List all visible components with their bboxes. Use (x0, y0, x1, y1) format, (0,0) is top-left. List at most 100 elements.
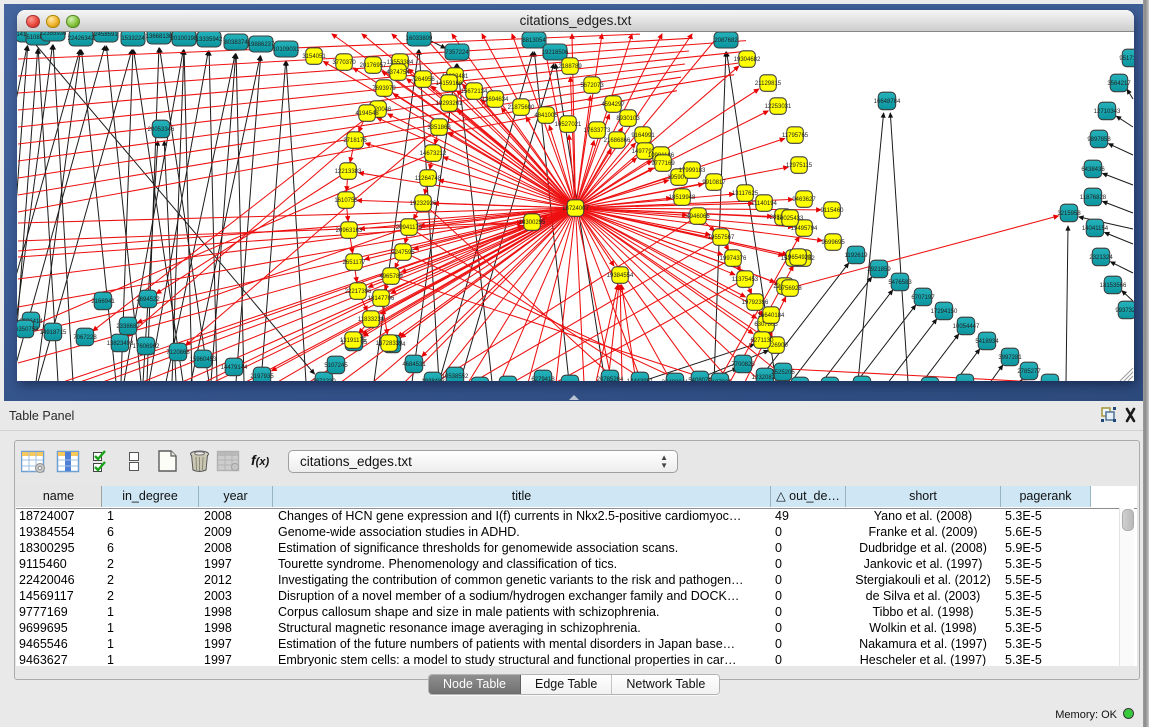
svg-text:6707197: 6707197 (911, 295, 935, 301)
svg-text:9910817: 9910817 (702, 180, 726, 186)
svg-text:2338687: 2338687 (116, 324, 140, 330)
svg-text:14443951: 14443951 (627, 379, 654, 381)
svg-text:3351868: 3351868 (427, 125, 451, 131)
svg-text:6438436: 6438436 (1081, 167, 1105, 173)
svg-text:10054447: 10054447 (953, 324, 980, 330)
svg-text:1192619: 1192619 (845, 253, 869, 259)
svg-text:19792396: 19792396 (742, 300, 769, 306)
svg-text:10109031: 10109031 (273, 47, 300, 53)
svg-text:8187926: 8187926 (708, 380, 732, 381)
svg-text:1247595: 1247595 (391, 250, 415, 256)
svg-text:11264748: 11264748 (415, 176, 442, 182)
svg-text:2651177: 2651177 (343, 260, 367, 266)
svg-text:8038374: 8038374 (224, 40, 248, 46)
svg-text:13117625: 13117625 (732, 191, 759, 197)
svg-text:22355936: 22355936 (40, 32, 67, 37)
svg-text:14673212: 14673212 (420, 151, 447, 157)
svg-text:10025433: 10025433 (777, 216, 804, 222)
svg-text:19886237: 19886237 (248, 42, 275, 48)
svg-text:1610755: 1610755 (334, 198, 358, 204)
svg-text:2785277: 2785277 (1017, 369, 1041, 375)
svg-text:11795765: 11795765 (782, 133, 809, 139)
svg-text:14918715: 14918715 (40, 330, 67, 336)
svg-text:9517169: 9517169 (1119, 56, 1134, 62)
svg-text:17294150: 17294150 (931, 309, 958, 315)
svg-text:4374754: 4374754 (386, 70, 410, 76)
svg-text:2166941: 2166941 (91, 299, 115, 305)
svg-text:21686866: 21686866 (604, 138, 631, 144)
svg-text:5476583: 5476583 (888, 280, 912, 286)
svg-text:2321324: 2321324 (1089, 255, 1113, 261)
svg-text:19218506: 19218506 (542, 50, 569, 56)
svg-text:3154051: 3154051 (302, 54, 326, 60)
svg-text:11375453: 11375453 (732, 277, 759, 283)
svg-text:12975115: 12975115 (786, 163, 813, 169)
svg-text:16728339: 16728339 (376, 341, 403, 347)
svg-text:20176957: 20176957 (360, 63, 387, 69)
svg-text:9756928: 9756928 (778, 286, 802, 292)
svg-text:22426342: 22426342 (68, 36, 95, 42)
svg-text:21129815: 21129815 (755, 81, 782, 87)
svg-text:7357224: 7357224 (445, 50, 469, 56)
svg-text:7120868: 7120868 (166, 350, 190, 356)
svg-text:20963163: 20963163 (336, 228, 363, 234)
svg-text:13335942: 13335942 (196, 37, 223, 43)
svg-text:2921859: 2921859 (867, 267, 891, 273)
svg-text:13668136: 13668136 (146, 34, 173, 40)
svg-text:16350753: 16350753 (17, 327, 39, 333)
svg-text:14041154: 14041154 (1082, 226, 1109, 232)
svg-text:3997281: 3997281 (998, 355, 1022, 361)
svg-text:20100198: 20100198 (171, 36, 198, 42)
svg-text:11140194: 11140194 (751, 201, 777, 207)
svg-text:2694522: 2694522 (136, 297, 160, 303)
svg-text:19293261: 19293261 (436, 101, 463, 107)
svg-text:9463627: 9463627 (792, 197, 816, 203)
svg-text:2197935: 2197935 (250, 374, 274, 380)
svg-text:16640184: 16640184 (758, 313, 785, 319)
svg-text:19557567: 19557567 (708, 235, 735, 241)
svg-text:4194548: 4194548 (355, 111, 379, 117)
svg-text:20053346: 20053346 (148, 127, 175, 133)
svg-text:9115460: 9115460 (821, 208, 845, 214)
svg-text:9897858: 9897858 (1087, 137, 1111, 143)
svg-text:2087682: 2087682 (714, 38, 738, 44)
svg-text:21875600: 21875600 (508, 105, 535, 111)
svg-text:4965789: 4965789 (379, 274, 403, 280)
svg-text:9937326: 9937326 (1115, 308, 1134, 314)
svg-text:4594297: 4594297 (601, 102, 625, 108)
svg-text:19495794: 19495794 (791, 226, 818, 232)
svg-text:17999183: 17999183 (679, 168, 706, 174)
svg-text:13191175: 13191175 (340, 338, 367, 344)
svg-text:15960453: 15960453 (190, 357, 217, 363)
svg-text:4841005: 4841005 (534, 113, 558, 119)
svg-text:6279418: 6279418 (531, 377, 555, 381)
svg-text:9777169: 9777169 (651, 161, 675, 167)
svg-text:5107245: 5107245 (324, 363, 348, 369)
svg-text:19232926: 19232926 (410, 201, 437, 207)
svg-text:15672134: 15672134 (461, 89, 488, 95)
svg-text:9164991: 9164991 (631, 133, 655, 139)
svg-text:2458591: 2458591 (94, 32, 118, 38)
svg-text:7700828: 7700828 (731, 362, 755, 368)
svg-text:16648784: 16648784 (874, 99, 901, 105)
svg-text:20941175: 20941175 (396, 225, 423, 231)
svg-text:22498841: 22498841 (662, 380, 689, 381)
svg-text:11876828: 11876828 (1080, 195, 1107, 201)
svg-text:2718176: 2718176 (343, 138, 367, 144)
svg-text:5418934: 5418934 (975, 339, 999, 345)
svg-text:3564217: 3564217 (1107, 81, 1131, 87)
svg-text:10527021: 10527021 (555, 122, 582, 128)
svg-text:7264956: 7264956 (411, 77, 435, 83)
svg-text:22217396: 22217396 (345, 289, 372, 295)
svg-text:4684531: 4684531 (402, 362, 426, 368)
svg-text:8930103: 8930103 (616, 116, 640, 122)
svg-text:13694634: 13694634 (482, 97, 509, 103)
svg-text:2525206: 2525206 (771, 370, 795, 376)
svg-text:8813054: 8813054 (522, 38, 546, 44)
svg-text:14479144: 14479144 (221, 365, 248, 371)
svg-text:19974376: 19974376 (720, 256, 747, 262)
svg-text:1533224: 1533224 (121, 36, 145, 42)
svg-text:20785264: 20785264 (597, 377, 624, 381)
svg-text:4946066: 4946066 (686, 214, 710, 220)
svg-text:5672073: 5672073 (580, 83, 604, 89)
